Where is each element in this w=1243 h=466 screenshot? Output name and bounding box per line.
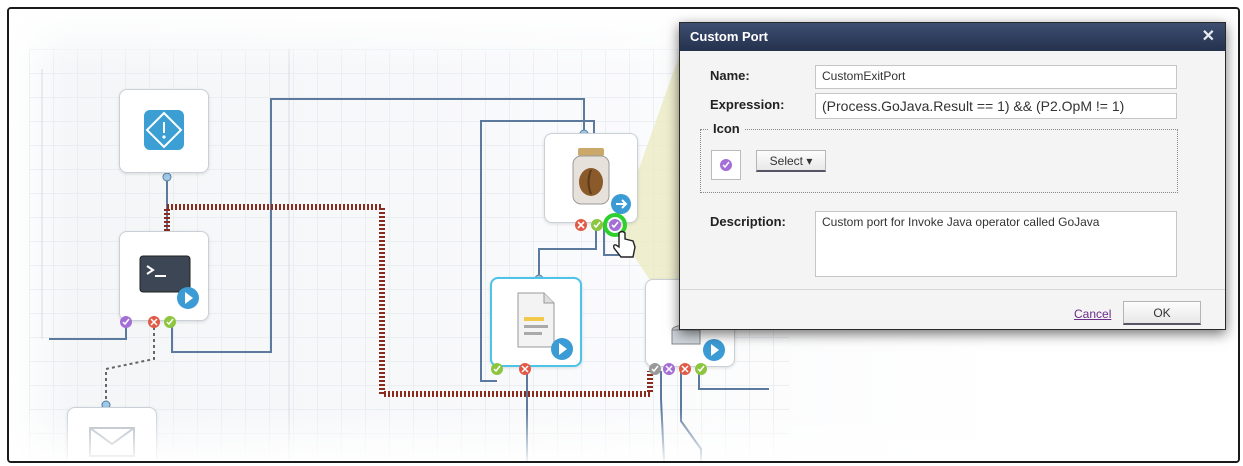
database-node-ports bbox=[649, 363, 707, 375]
terminal-node-ports bbox=[120, 316, 176, 328]
close-icon[interactable]: ✕ bbox=[1202, 23, 1215, 51]
cancel-link[interactable]: Cancel bbox=[1074, 307, 1111, 321]
description-textarea[interactable]: Custom port for Invoke Java operator cal… bbox=[815, 211, 1177, 277]
icon-fieldset: Icon Select ▾ bbox=[700, 121, 1178, 193]
screenshot-frame: Custom Port ✕ Name: CustomExitPort Expre… bbox=[7, 7, 1240, 463]
ok-button[interactable]: OK bbox=[1123, 301, 1201, 325]
dialog-title: Custom Port bbox=[690, 29, 768, 44]
terminal-node[interactable] bbox=[119, 231, 209, 321]
document-icon bbox=[517, 292, 573, 360]
java-jar-node[interactable] bbox=[544, 133, 638, 223]
expression-label: Expression: bbox=[710, 97, 785, 112]
jar-icon bbox=[572, 148, 631, 214]
start-icon bbox=[144, 110, 184, 150]
expression-input[interactable]: (Process.GoJava.Result == 1) && (P2.OpM … bbox=[815, 93, 1177, 119]
description-label: Description: bbox=[710, 214, 786, 229]
icon-select-button[interactable]: Select ▾ bbox=[756, 150, 826, 172]
dialog-footer-divider bbox=[680, 289, 1225, 290]
icon-section-label: Icon bbox=[709, 121, 744, 136]
name-input[interactable]: CustomExitPort bbox=[815, 65, 1177, 89]
custom-port-dialog: Custom Port ✕ Name: CustomExitPort Expre… bbox=[679, 22, 1226, 330]
dialog-title-bar: Custom Port ✕ bbox=[680, 23, 1225, 51]
jar-node-ports bbox=[575, 213, 636, 258]
name-label: Name: bbox=[710, 68, 750, 83]
bottom-fade bbox=[9, 409, 1238, 461]
dotted-connector bbox=[105, 321, 155, 405]
document-node[interactable] bbox=[490, 277, 582, 367]
document-node-ports bbox=[491, 363, 531, 375]
start-node[interactable] bbox=[119, 89, 209, 173]
purple-circle-icon bbox=[720, 159, 732, 171]
terminal-icon bbox=[139, 255, 199, 309]
icon-preview bbox=[711, 150, 741, 180]
